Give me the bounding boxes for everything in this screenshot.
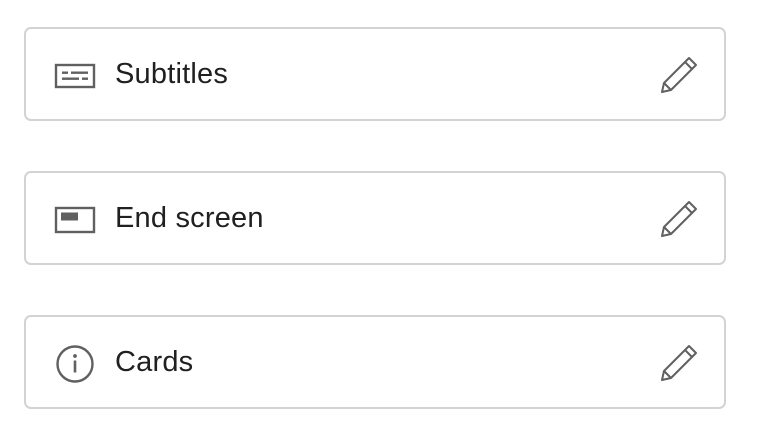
subtitles-icon	[54, 56, 96, 96]
end-screen-card[interactable]: End screen	[24, 171, 726, 265]
edit-subtitles-button[interactable]	[658, 53, 702, 97]
pencil-icon	[661, 57, 697, 93]
subtitles-label: Subtitles	[115, 58, 229, 90]
info-icon	[54, 344, 96, 384]
edit-end-screen-button[interactable]	[658, 197, 702, 241]
end-screen-icon	[54, 200, 96, 240]
subtitles-card[interactable]: Subtitles	[24, 27, 726, 121]
pencil-icon	[661, 345, 697, 381]
edit-cards-button[interactable]	[658, 341, 702, 385]
cards-card[interactable]: Cards	[24, 315, 726, 409]
pencil-icon	[661, 201, 697, 237]
cards-label: Cards	[115, 346, 194, 378]
end-screen-label: End screen	[115, 202, 264, 234]
